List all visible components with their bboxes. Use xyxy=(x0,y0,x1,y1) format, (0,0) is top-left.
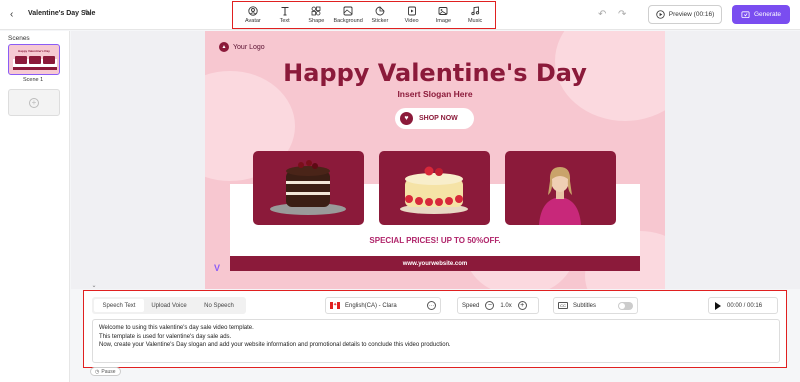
slide-logo[interactable]: ▲ Your Logo xyxy=(219,42,265,52)
slide-canvas[interactable]: ▲ Your Logo Happy Valentine's Day Insert… xyxy=(205,31,665,289)
video-icon xyxy=(407,6,416,16)
toolbar-label: Shape xyxy=(308,18,325,24)
speed-decrease-button[interactable]: − xyxy=(485,301,495,310)
generate-icon xyxy=(741,11,750,19)
logo-icon: ▲ xyxy=(219,42,229,52)
toolbar-label: Sticker xyxy=(371,18,389,24)
toolbar-label: Image xyxy=(435,18,452,24)
generate-button[interactable]: Generate xyxy=(732,5,790,24)
toolbar-music[interactable]: Music xyxy=(459,6,491,24)
tab-upload-voice[interactable]: Upload Voice xyxy=(144,299,194,312)
scene-thumb-title: Happy Valentine's Day xyxy=(18,49,50,53)
sticker-icon xyxy=(375,6,385,16)
toolbar-shape[interactable]: Shape xyxy=(301,6,333,24)
audio-player: 00:00 / 00:16 xyxy=(708,297,778,314)
tab-speech-text[interactable]: Speech Text xyxy=(94,299,144,312)
add-scene-button[interactable]: + xyxy=(8,89,60,116)
toolbar-sticker[interactable]: Sticker xyxy=(364,6,396,24)
image-icon xyxy=(438,7,448,15)
text-icon xyxy=(281,7,289,16)
speed-control: Speed − 1.0x + xyxy=(457,297,539,314)
preview-label: Preview (00:16) xyxy=(668,11,715,18)
script-line: This template is used for valentine's da… xyxy=(99,333,232,340)
script-line: Now, create your Valentine's Day slogan … xyxy=(99,342,451,348)
playback-time: 00:00 / 00:16 xyxy=(727,302,763,309)
back-arrow-icon[interactable]: ‹ xyxy=(10,9,13,20)
scenes-sidebar: Scenes Happy Valentine's Day Scene 1 + xyxy=(0,31,70,382)
scenes-heading: Scenes xyxy=(8,35,30,42)
speed-increase-button[interactable]: + xyxy=(517,301,527,310)
cake-card-2[interactable] xyxy=(379,151,490,225)
subtitles-label: Subtitles xyxy=(573,302,597,309)
edit-pencil-icon[interactable]: ✎ xyxy=(84,8,92,19)
top-bar: ‹ Valentine's Day Sale ✎ Avatar Text Sha… xyxy=(0,0,800,30)
undo-icon[interactable]: ↶ xyxy=(598,9,606,20)
shop-now-label: SHOP NOW xyxy=(419,115,458,122)
redo-icon[interactable]: ↷ xyxy=(618,9,626,20)
play-circle-icon xyxy=(656,10,665,19)
presenter-avatar-image xyxy=(539,167,581,225)
speed-value: 1.0x xyxy=(500,302,512,309)
website-bar[interactable]: www.yourwebsite.com xyxy=(230,256,640,271)
chocolate-cake-image xyxy=(270,160,346,215)
script-line: Welcome to using this valentine's day sa… xyxy=(99,325,254,331)
voice-select[interactable]: ✦ English(CA) - Clara ··· xyxy=(325,297,441,314)
voice-name: English(CA) - Clara xyxy=(345,302,397,309)
more-options-icon[interactable]: ··· xyxy=(427,301,436,310)
watermark-logo-icon: V xyxy=(214,263,221,273)
scene-name: Scene 1 xyxy=(23,77,44,83)
avatar-icon xyxy=(248,6,258,16)
heart-icon: ♥ xyxy=(400,112,413,125)
cake-card-1[interactable] xyxy=(253,151,364,225)
subtitles-control: CC Subtitles xyxy=(553,297,638,314)
toolbar-label: Background xyxy=(333,18,363,24)
play-icon[interactable] xyxy=(715,301,721,310)
preview-button[interactable]: Preview (00:16) xyxy=(648,5,722,24)
chevron-down-icon[interactable]: ⌄ xyxy=(89,283,99,289)
speech-panel: Speech Text Upload Voice No Speech ✦ Eng… xyxy=(83,290,787,368)
toolbar-image[interactable]: Image xyxy=(428,6,460,24)
avatar-card[interactable] xyxy=(505,151,616,225)
strawberry-cake-image xyxy=(400,166,468,214)
clock-icon: ◷ xyxy=(95,368,100,375)
logo-text: Your Logo xyxy=(233,43,265,51)
scene-thumb-card xyxy=(43,56,55,64)
website-text: www.yourwebsite.com xyxy=(402,260,468,267)
script-textarea[interactable]: Welcome to using this valentine's day sa… xyxy=(92,319,780,363)
music-icon xyxy=(471,6,480,16)
toolbar-background[interactable]: Background xyxy=(332,6,364,24)
slide-slogan[interactable]: Insert Slogan Here xyxy=(205,89,665,99)
insert-toolbar: Avatar Text Shape Background Sticker Vid… xyxy=(232,1,496,29)
shape-icon xyxy=(311,6,321,16)
subtitles-icon: CC xyxy=(558,302,568,309)
scene-thumbnail-1[interactable]: Happy Valentine's Day xyxy=(8,44,60,75)
canada-flag-icon: ✦ xyxy=(330,302,340,309)
toolbar-label: Avatar xyxy=(244,18,261,24)
toolbar-avatar[interactable]: Avatar xyxy=(237,6,269,24)
scene-thumb-card xyxy=(15,56,27,64)
shop-now-button[interactable]: ♥ SHOP NOW xyxy=(395,108,474,129)
scene-thumb-footer xyxy=(13,67,57,70)
speed-label: Speed xyxy=(462,302,480,309)
tab-no-speech[interactable]: No Speech xyxy=(194,299,244,312)
generate-label: Generate xyxy=(753,11,782,18)
toolbar-label: Text xyxy=(279,18,290,24)
speech-tabs: Speech Text Upload Voice No Speech xyxy=(92,297,246,314)
scene-thumb-card xyxy=(29,56,41,64)
plus-icon: + xyxy=(29,97,39,108)
toolbar-label: Video xyxy=(404,18,419,24)
toolbar-label: Music xyxy=(467,18,483,24)
subtitles-toggle[interactable] xyxy=(618,301,633,310)
pause-button[interactable]: ◷ Pause xyxy=(90,367,121,376)
promo-text[interactable]: SPECIAL PRICES! UP TO 50%OFF. xyxy=(205,236,665,245)
slide-title[interactable]: Happy Valentine's Day xyxy=(205,59,665,87)
toolbar-video[interactable]: Video xyxy=(396,6,428,24)
background-icon xyxy=(343,6,353,16)
toolbar-text[interactable]: Text xyxy=(269,6,301,24)
pause-label: Pause xyxy=(101,368,116,375)
